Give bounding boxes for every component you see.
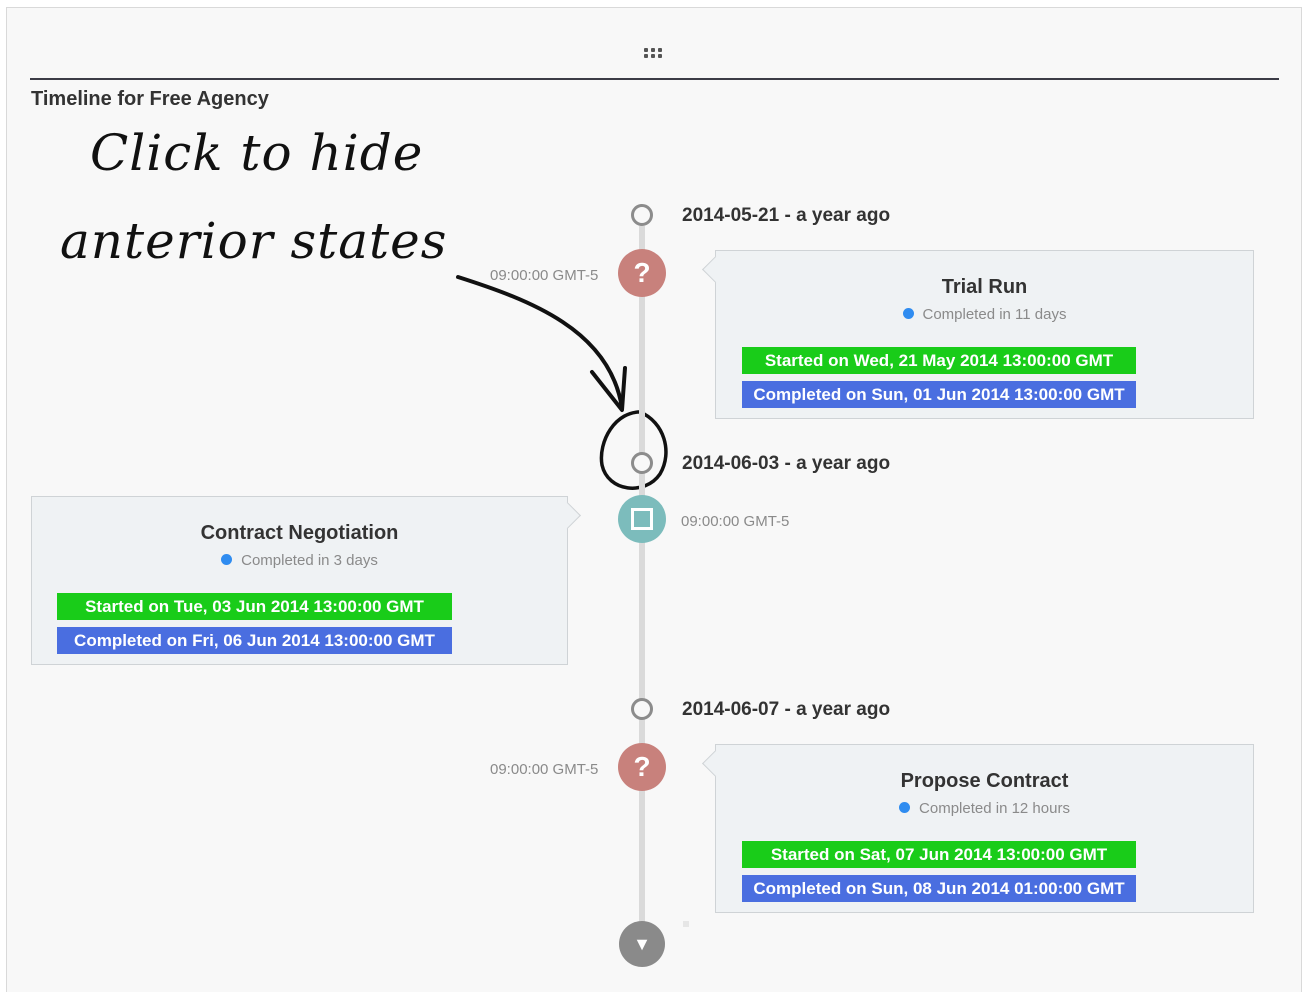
card-status: Completed in 3 days (32, 552, 567, 569)
page-title: Timeline for Free Agency (31, 88, 269, 110)
header-divider (30, 78, 1279, 80)
date-label: 2014-06-03 - a year ago (682, 453, 891, 474)
date-label: 2014-06-07 - a year ago (682, 699, 891, 720)
card-title: Trial Run (941, 276, 1028, 298)
completed-bar: Completed on Sun, 01 Jun 2014 13:00:00 G… (742, 381, 1136, 408)
state-card-contract-negotiation[interactable]: Contract Negotiation Completed in 3 days… (31, 496, 568, 665)
date-label: 2014-05-21 - a year ago (682, 205, 891, 226)
question-icon[interactable]: ? (618, 249, 666, 297)
started-bar: Started on Wed, 21 May 2014 13:00:00 GMT (742, 347, 1136, 374)
completed-bar: Completed on Sun, 08 Jun 2014 01:00:00 G… (742, 875, 1136, 902)
status-text: Completed in 12 hours (919, 800, 1070, 817)
load-more-chevron-icon[interactable]: ▼ (619, 921, 665, 967)
status-text: Completed in 3 days (241, 552, 378, 569)
question-glyph: ? (633, 257, 651, 288)
date-marker-collapse-toggle[interactable] (631, 452, 653, 474)
annotation-line-1: Click to hide (90, 124, 424, 182)
time-label: 09:00:00 GMT-5 (681, 513, 790, 530)
time-label: 09:00:00 GMT-5 (490, 761, 599, 778)
state-card-propose-contract[interactable]: Propose Contract Completed in 12 hours S… (715, 744, 1254, 913)
annotation-line-2: anterior states (60, 212, 448, 270)
date-marker-collapse-toggle[interactable] (631, 698, 653, 720)
card-status: Completed in 12 hours (716, 800, 1253, 817)
status-dot-icon (899, 802, 911, 813)
date-marker-collapse-toggle[interactable] (631, 204, 653, 226)
completed-bar: Completed on Fri, 06 Jun 2014 13:00:00 G… (57, 627, 452, 654)
divider-dot (683, 921, 689, 927)
question-icon[interactable]: ? (618, 743, 666, 791)
status-dot-icon (221, 554, 233, 565)
card-title: Propose Contract (900, 770, 1069, 792)
square-icon (631, 508, 653, 530)
card-status: Completed in 11 days (716, 306, 1253, 323)
annotation-arrow (456, 275, 668, 490)
state-card-trial-run[interactable]: Trial Run Completed in 11 days Started o… (715, 250, 1254, 419)
started-bar: Started on Sat, 07 Jun 2014 13:00:00 GMT (742, 841, 1136, 868)
drag-handle-icon[interactable] (642, 46, 666, 60)
question-glyph: ? (633, 751, 651, 782)
status-dot-icon (902, 308, 914, 319)
chevron-down-glyph: ▼ (633, 933, 651, 954)
time-label: 09:00:00 GMT-5 (490, 267, 599, 284)
started-bar: Started on Tue, 03 Jun 2014 13:00:00 GMT (57, 593, 452, 620)
status-text: Completed in 11 days (922, 306, 1067, 323)
card-title: Contract Negotiation (200, 522, 399, 544)
timeline-spine (639, 226, 645, 936)
state-node[interactable] (618, 495, 666, 543)
